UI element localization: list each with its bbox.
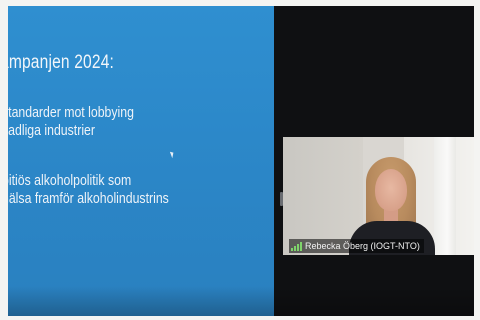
- participant-video-tile[interactable]: Rebecka Öberg (IOGT-NTO): [283, 137, 474, 255]
- slide-bullet-1-line-1: standarder mot lobbying: [8, 104, 134, 121]
- participant-name-tag: Rebecka Öberg (IOGT-NTO): [289, 239, 424, 253]
- slide-bullet-2-line-2: hälsa framför alkoholindustrins: [8, 190, 169, 207]
- mouse-pointer-icon: [169, 150, 176, 159]
- shared-presentation-slide: ampanjen 2024: standarder mot lobbying k…: [8, 6, 274, 316]
- meeting-screen: ampanjen 2024: standarder mot lobbying k…: [8, 6, 474, 316]
- slide-bullet-1: standarder mot lobbying kadliga industri…: [8, 104, 134, 140]
- participant-face: [375, 169, 407, 211]
- screen-bottom-shade: [8, 286, 474, 316]
- signal-bars-icon: [291, 241, 302, 251]
- slide-bullet-2-line-1: bitiös alkoholpolitik som: [8, 172, 132, 189]
- photo-frame: ampanjen 2024: standarder mot lobbying k…: [0, 0, 480, 320]
- slide-heading: ampanjen 2024:: [8, 52, 115, 73]
- slide-bullet-1-line-2: kadliga industrier: [8, 122, 95, 139]
- slide-bullet-2: bitiös alkoholpolitik som hälsa framför …: [8, 172, 169, 208]
- participant-name: Rebecka Öberg (IOGT-NTO): [305, 241, 420, 251]
- video-background-curtain: [434, 137, 456, 255]
